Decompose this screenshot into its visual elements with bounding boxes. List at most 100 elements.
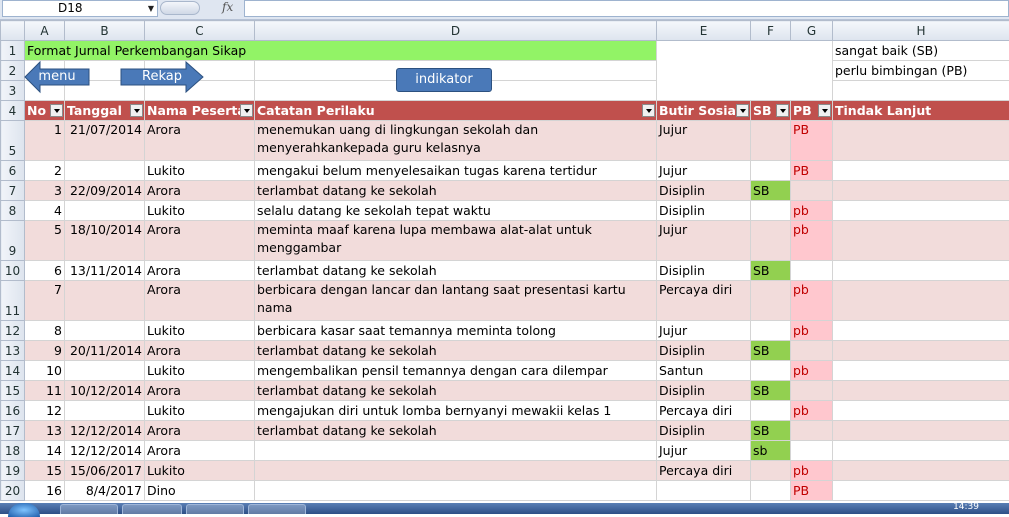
cell-tanggal[interactable] bbox=[65, 401, 145, 421]
menu-button[interactable]: menu bbox=[24, 60, 90, 94]
cell-pb[interactable] bbox=[791, 341, 833, 361]
cell-tanggal[interactable]: 18/10/2014 bbox=[65, 221, 145, 261]
cell-catatan[interactable] bbox=[255, 461, 657, 481]
cell-tanggal[interactable]: 21/07/2014 bbox=[65, 121, 145, 161]
cell-catatan[interactable]: terlambat datang ke sekolah bbox=[255, 421, 657, 441]
cell-butir[interactable]: Percaya diri bbox=[657, 281, 751, 321]
legend-pb[interactable]: perlu bimbingan (PB) bbox=[833, 61, 1009, 81]
cell-catatan[interactable]: meminta maaf karena lupa membawa alat-al… bbox=[255, 221, 657, 261]
column-header-d[interactable]: D bbox=[255, 21, 657, 41]
filter-dropdown-icon[interactable] bbox=[818, 104, 831, 117]
cell-tanggal[interactable]: 13/11/2014 bbox=[65, 261, 145, 281]
header-butir[interactable]: Butir Sosial bbox=[657, 101, 751, 121]
row-header[interactable]: 10 bbox=[1, 261, 25, 281]
formula-bar-resize-handle[interactable] bbox=[160, 1, 200, 15]
cell-catatan[interactable]: menemukan uang di lingkungan sekolah dan… bbox=[255, 121, 657, 161]
row-header[interactable]: 1 bbox=[1, 41, 25, 61]
cell-sb[interactable] bbox=[751, 361, 791, 381]
cell-sb[interactable]: SB bbox=[751, 181, 791, 201]
cell-no[interactable]: 8 bbox=[25, 321, 65, 341]
cell-pb[interactable]: PB bbox=[791, 121, 833, 161]
cell-nama[interactable]: Arora bbox=[145, 281, 255, 321]
cell-nama[interactable]: Lukito bbox=[145, 201, 255, 221]
cell-butir[interactable]: Disiplin bbox=[657, 421, 751, 441]
cell-no[interactable]: 10 bbox=[25, 361, 65, 381]
cell-butir[interactable]: Jujur bbox=[657, 221, 751, 261]
row-header[interactable]: 13 bbox=[1, 341, 25, 361]
cell-no[interactable]: 11 bbox=[25, 381, 65, 401]
cell-sb[interactable]: SB bbox=[751, 261, 791, 281]
row-header[interactable]: 18 bbox=[1, 441, 25, 461]
cell-tindak-lanjut[interactable] bbox=[833, 201, 1009, 221]
column-header-f[interactable]: F bbox=[751, 21, 791, 41]
row-header[interactable]: 14 bbox=[1, 361, 25, 381]
cell-sb[interactable] bbox=[751, 481, 791, 501]
cell-tindak-lanjut[interactable] bbox=[833, 361, 1009, 381]
cell-sb[interactable]: sb bbox=[751, 441, 791, 461]
cell-nama[interactable]: Arora bbox=[145, 121, 255, 161]
row-header[interactable]: 9 bbox=[1, 221, 25, 261]
filter-dropdown-icon[interactable] bbox=[130, 104, 143, 117]
header-sb[interactable]: SB bbox=[751, 101, 791, 121]
cell-nama[interactable]: Arora bbox=[145, 221, 255, 261]
row-header[interactable]: 4 bbox=[1, 101, 25, 121]
cell-no[interactable]: 7 bbox=[25, 281, 65, 321]
cell-pb[interactable]: pb bbox=[791, 221, 833, 261]
taskbar-app[interactable] bbox=[248, 504, 306, 514]
cell-butir[interactable]: Jujur bbox=[657, 321, 751, 341]
cell-catatan[interactable]: terlambat datang ke sekolah bbox=[255, 181, 657, 201]
cell-pb[interactable]: pb bbox=[791, 281, 833, 321]
cell-no[interactable]: 3 bbox=[25, 181, 65, 201]
taskbar-app[interactable] bbox=[60, 504, 118, 514]
cell-tindak-lanjut[interactable] bbox=[833, 281, 1009, 321]
blank-cell[interactable] bbox=[657, 41, 833, 101]
cell-no[interactable]: 9 bbox=[25, 341, 65, 361]
cell-butir[interactable]: Disiplin bbox=[657, 261, 751, 281]
row-header[interactable]: 11 bbox=[1, 281, 25, 321]
cell-butir[interactable]: Disiplin bbox=[657, 181, 751, 201]
cell-nama[interactable]: Arora bbox=[145, 441, 255, 461]
cell-butir[interactable]: Percaya diri bbox=[657, 401, 751, 421]
column-header-b[interactable]: B bbox=[65, 21, 145, 41]
cell[interactable] bbox=[833, 81, 1009, 101]
header-no[interactable]: No bbox=[25, 101, 65, 121]
cell-butir[interactable]: Jujur bbox=[657, 161, 751, 181]
cell-catatan[interactable] bbox=[255, 441, 657, 461]
column-header-e[interactable]: E bbox=[657, 21, 751, 41]
cell-tindak-lanjut[interactable] bbox=[833, 421, 1009, 441]
cell-catatan[interactable]: mengajukan diri untuk lomba bernyanyi me… bbox=[255, 401, 657, 421]
cell-butir[interactable]: Santun bbox=[657, 361, 751, 381]
cell-tanggal[interactable]: 10/12/2014 bbox=[65, 381, 145, 401]
cell-catatan[interactable]: terlambat datang ke sekolah bbox=[255, 261, 657, 281]
cell-tanggal[interactable] bbox=[65, 321, 145, 341]
cell-nama[interactable]: Arora bbox=[145, 181, 255, 201]
cell-tanggal[interactable]: 12/12/2014 bbox=[65, 441, 145, 461]
cell-no[interactable]: 2 bbox=[25, 161, 65, 181]
row-header[interactable]: 15 bbox=[1, 381, 25, 401]
cell-nama[interactable]: Lukito bbox=[145, 161, 255, 181]
cell-nama[interactable]: Lukito bbox=[145, 401, 255, 421]
cell-tanggal[interactable]: 22/09/2014 bbox=[65, 181, 145, 201]
column-header-g[interactable]: G bbox=[791, 21, 833, 41]
cell-tindak-lanjut[interactable] bbox=[833, 221, 1009, 261]
cell-pb[interactable]: pb bbox=[791, 461, 833, 481]
row-header[interactable]: 8 bbox=[1, 201, 25, 221]
row-header[interactable]: 7 bbox=[1, 181, 25, 201]
taskbar-app[interactable] bbox=[186, 504, 244, 514]
cell-tindak-lanjut[interactable] bbox=[833, 261, 1009, 281]
cell-tanggal[interactable]: 15/06/2017 bbox=[65, 461, 145, 481]
cell-nama[interactable]: Arora bbox=[145, 421, 255, 441]
formula-input[interactable] bbox=[244, 0, 1009, 17]
cell-sb[interactable] bbox=[751, 121, 791, 161]
start-orb-icon[interactable] bbox=[8, 503, 40, 517]
cell-tindak-lanjut[interactable] bbox=[833, 181, 1009, 201]
cell-catatan[interactable]: terlambat datang ke sekolah bbox=[255, 381, 657, 401]
legend-sb[interactable]: sangat baik (SB) bbox=[833, 41, 1009, 61]
header-pb[interactable]: PB bbox=[791, 101, 833, 121]
cell-nama[interactable]: Lukito bbox=[145, 361, 255, 381]
cell-tanggal[interactable] bbox=[65, 361, 145, 381]
cell-tindak-lanjut[interactable] bbox=[833, 161, 1009, 181]
cell-sb[interactable]: SB bbox=[751, 421, 791, 441]
row-header[interactable]: 17 bbox=[1, 421, 25, 441]
cell-nama[interactable]: Arora bbox=[145, 381, 255, 401]
